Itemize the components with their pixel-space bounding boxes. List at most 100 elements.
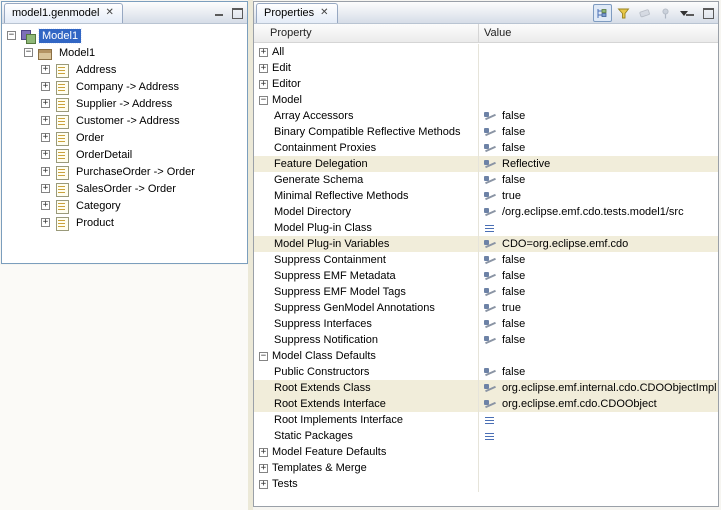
property-value[interactable]: org.eclipse.emf.internal.cdo.CDOObjectIm…	[502, 382, 717, 394]
expand-icon[interactable]: +	[259, 448, 268, 457]
property-row[interactable]: Public Constructorsfalse	[254, 364, 718, 380]
property-row[interactable]: Suppress Containmentfalse	[254, 252, 718, 268]
property-row[interactable]: Model Plug-in Class	[254, 220, 718, 236]
tree-item[interactable]: + Category	[2, 197, 247, 214]
tree-item-label[interactable]: Supplier -> Address	[73, 97, 175, 111]
property-value[interactable]: CDO=org.eclipse.emf.cdo	[502, 238, 628, 250]
property-value[interactable]: true	[502, 190, 521, 202]
tree-item-label[interactable]: Address	[73, 63, 119, 77]
property-row[interactable]: Static Packages	[254, 428, 718, 444]
tree-item[interactable]: + Address	[2, 61, 247, 78]
property-value[interactable]: false	[502, 174, 525, 186]
property-row[interactable]: Feature DelegationReflective	[254, 156, 718, 172]
property-row[interactable]: Suppress Interfacesfalse	[254, 316, 718, 332]
property-value[interactable]: false	[502, 254, 525, 266]
property-section-row[interactable]: +Editor	[254, 76, 718, 92]
show-categories-button[interactable]	[593, 4, 612, 22]
collapse-icon[interactable]: −	[7, 31, 16, 40]
property-row[interactable]: Binary Compatible Reflective Methodsfals…	[254, 124, 718, 140]
close-icon[interactable]: ✕	[319, 8, 329, 18]
property-row[interactable]: Model Plug-in VariablesCDO=org.eclipse.e…	[254, 236, 718, 252]
expand-icon[interactable]: +	[41, 133, 50, 142]
expand-icon[interactable]: +	[259, 480, 268, 489]
minimize-icon[interactable]	[684, 6, 696, 18]
expand-icon[interactable]: +	[41, 150, 50, 159]
property-value[interactable]: true	[502, 302, 521, 314]
property-value[interactable]: false	[502, 286, 525, 298]
property-section-row[interactable]: +Templates & Merge	[254, 460, 718, 476]
expand-icon[interactable]: +	[259, 464, 268, 473]
property-value[interactable]: false	[502, 270, 525, 282]
show-advanced-properties-button[interactable]	[614, 4, 633, 22]
property-row[interactable]: Suppress GenModel Annotationstrue	[254, 300, 718, 316]
close-icon[interactable]: ✕	[104, 8, 114, 18]
tab-properties[interactable]: Properties ✕	[256, 3, 338, 23]
tree-item[interactable]: + Product	[2, 214, 247, 231]
expand-icon[interactable]: +	[41, 99, 50, 108]
maximize-icon[interactable]	[702, 6, 714, 18]
tree-item-label[interactable]: Category	[73, 199, 124, 213]
tree-item-label[interactable]: Model1	[56, 46, 98, 60]
pin-view-button[interactable]	[656, 4, 675, 22]
expand-icon[interactable]: +	[41, 184, 50, 193]
expand-icon[interactable]: +	[41, 201, 50, 210]
tree-item[interactable]: − Model1	[2, 27, 247, 44]
expand-icon[interactable]: +	[259, 64, 268, 73]
property-value[interactable]: false	[502, 126, 525, 138]
tree-item[interactable]: + Customer -> Address	[2, 112, 247, 129]
tree-item[interactable]: + Supplier -> Address	[2, 95, 247, 112]
property-value[interactable]: org.eclipse.emf.cdo.CDOObject	[502, 398, 657, 410]
tree-item-label[interactable]: Model1	[39, 29, 81, 43]
property-value[interactable]: false	[502, 366, 525, 378]
tree-item[interactable]: + SalesOrder -> Order	[2, 180, 247, 197]
expand-icon[interactable]: +	[259, 80, 268, 89]
property-section-row[interactable]: −Model Class Defaults	[254, 348, 718, 364]
minimize-icon[interactable]	[213, 6, 225, 18]
tree-item-label[interactable]: OrderDetail	[73, 148, 135, 162]
maximize-icon[interactable]	[231, 6, 243, 18]
property-row[interactable]: Containment Proxiesfalse	[254, 140, 718, 156]
tree-item[interactable]: +Order	[2, 129, 247, 146]
tree-item[interactable]: + PurchaseOrder -> Order	[2, 163, 247, 180]
property-section-row[interactable]: −Model	[254, 92, 718, 108]
property-row[interactable]: Suppress EMF Metadatafalse	[254, 268, 718, 284]
restore-default-value-button[interactable]	[635, 4, 654, 22]
property-row[interactable]: Suppress EMF Model Tagsfalse	[254, 284, 718, 300]
expand-icon[interactable]: +	[41, 167, 50, 176]
expand-icon[interactable]: +	[259, 48, 268, 57]
property-section-row[interactable]: +Edit	[254, 60, 718, 76]
property-section-row[interactable]: +Tests	[254, 476, 718, 492]
property-section-row[interactable]: +Model Feature Defaults	[254, 444, 718, 460]
collapse-icon[interactable]: −	[259, 96, 268, 105]
tree-item-label[interactable]: SalesOrder -> Order	[73, 182, 179, 196]
property-row[interactable]: Array Accessorsfalse	[254, 108, 718, 124]
property-row[interactable]: Root Extends Classorg.eclipse.emf.intern…	[254, 380, 718, 396]
property-row[interactable]: Generate Schemafalse	[254, 172, 718, 188]
tree-item-label[interactable]: Product	[73, 216, 117, 230]
tree-item[interactable]: − Model1	[2, 44, 247, 61]
property-row[interactable]: Minimal Reflective Methodstrue	[254, 188, 718, 204]
tree-item-label[interactable]: PurchaseOrder -> Order	[73, 165, 198, 179]
tab-model1-genmodel[interactable]: model1.genmodel ✕	[4, 3, 123, 23]
property-row[interactable]: Root Extends Interfaceorg.eclipse.emf.cd…	[254, 396, 718, 412]
collapse-icon[interactable]: −	[259, 352, 268, 361]
property-row[interactable]: Suppress Notificationfalse	[254, 332, 718, 348]
tree-item[interactable]: + Company -> Address	[2, 78, 247, 95]
property-value[interactable]: Reflective	[502, 158, 550, 170]
property-row[interactable]: Root Implements Interface	[254, 412, 718, 428]
property-value[interactable]: false	[502, 334, 525, 346]
property-value[interactable]: false	[502, 318, 525, 330]
expand-icon[interactable]: +	[41, 218, 50, 227]
property-value[interactable]: false	[502, 110, 525, 122]
collapse-icon[interactable]: −	[24, 48, 33, 57]
tree-item-label[interactable]: Customer -> Address	[73, 114, 183, 128]
expand-icon[interactable]: +	[41, 116, 50, 125]
property-section-row[interactable]: +All	[254, 44, 718, 60]
expand-icon[interactable]: +	[41, 82, 50, 91]
property-value[interactable]: false	[502, 142, 525, 154]
property-value[interactable]: /org.eclipse.emf.cdo.tests.model1/src	[502, 206, 684, 218]
expand-icon[interactable]: +	[41, 65, 50, 74]
property-row[interactable]: Model Directory/org.eclipse.emf.cdo.test…	[254, 204, 718, 220]
tree-item-label[interactable]: Company -> Address	[73, 80, 182, 94]
tree-item[interactable]: + OrderDetail	[2, 146, 247, 163]
